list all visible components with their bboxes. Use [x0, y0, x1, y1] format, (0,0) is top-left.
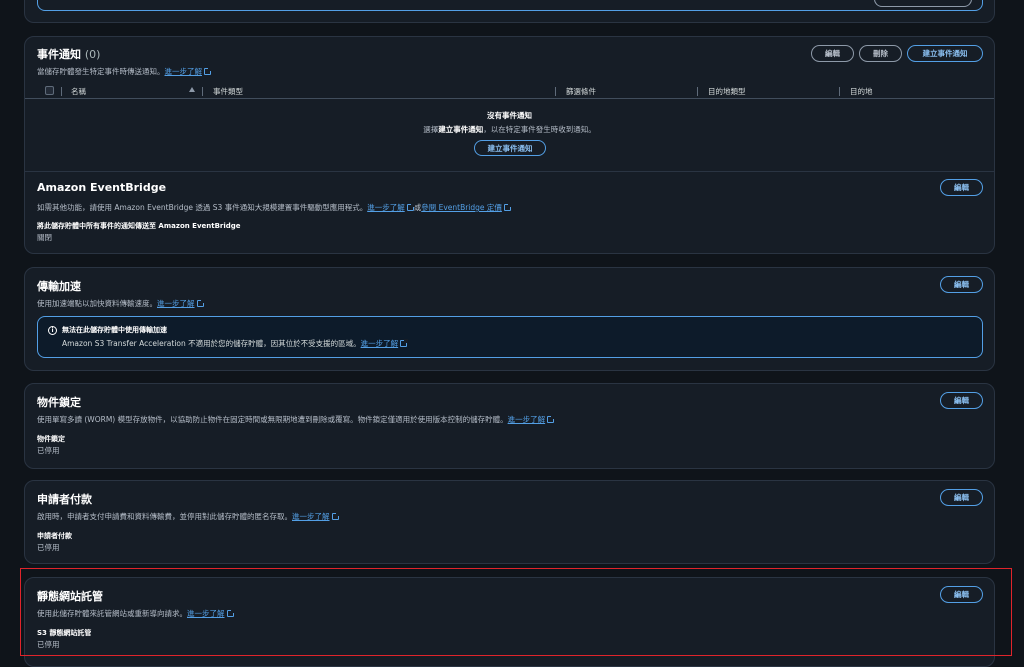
learn-more-link[interactable]: 進一步了解 — [361, 339, 399, 348]
object-lock-setting-value: 已停用 — [37, 446, 60, 455]
requester-pays-edit-button[interactable]: 編輯 — [940, 489, 983, 506]
external-link-icon — [204, 67, 212, 75]
empty-state-title: 沒有事件通知 — [487, 111, 532, 120]
object-lock-description: 使用單寫多讀 (WORM) 模型存放物件，以協助防止物件在固定時間或無限期地遭到… — [37, 414, 556, 425]
static-website-hosting-edit-button[interactable]: 編輯 — [940, 586, 983, 603]
requester-pays-card: 申請者付款 編輯 啟用時，申請者支付申請費和資料傳輸費，並停用對此儲存貯體的匿名… — [24, 480, 995, 564]
column-separator — [202, 87, 203, 96]
info-icon: i — [48, 326, 57, 335]
learn-more-link[interactable]: 進一步了解 — [165, 67, 203, 76]
eventbridge-setting-value: 關閉 — [37, 233, 52, 242]
transfer-acceleration-edit-button[interactable]: 編輯 — [940, 276, 983, 293]
external-link-icon — [196, 299, 205, 307]
transfer-acceleration-card: 傳輸加速 編輯 使用加速端點以加快資料傳輸速度。進一步了解 i 無法在此儲存貯體… — [24, 267, 995, 371]
eventbridge-pricing-link[interactable]: 參閱 EventBridge 定價 — [421, 203, 502, 212]
table-header: 名稱 事件類型 篩選條件 目的地類型 目的地 — [25, 84, 994, 99]
external-link-icon — [406, 203, 415, 211]
select-all-checkbox[interactable] — [45, 86, 54, 95]
alert-description: Amazon S3 Transfer Acceleration 不適用於您的儲存… — [62, 338, 409, 349]
object-lock-title: 物件鎖定 — [37, 396, 81, 409]
object-lock-edit-button[interactable]: 編輯 — [940, 392, 983, 409]
external-link-icon — [226, 609, 235, 617]
column-event-type[interactable]: 事件類型 — [213, 86, 243, 97]
learn-more-link[interactable]: 進一步了解 — [292, 512, 330, 521]
delete-button[interactable]: 刪除 — [859, 45, 902, 62]
eventbridge-title: Amazon EventBridge — [37, 181, 167, 194]
event-notifications-card: 事件通知 (0) 當儲存貯體發生特定事件時傳送通知。進一步了解 編輯 刪除 建立… — [24, 36, 995, 254]
column-destination-type[interactable]: 目的地類型 — [708, 86, 746, 97]
column-name[interactable]: 名稱 — [71, 86, 86, 97]
object-lock-setting-label: 物件鎖定 — [37, 435, 65, 443]
event-notifications-description: 當儲存貯體發生特定事件時傳送通知。進一步了解 — [37, 66, 212, 77]
create-event-notification-button[interactable]: 建立事件通知 — [907, 45, 983, 62]
eventbridge-description: 如需其他功能，請使用 Amazon EventBridge 透過 S3 事件通知… — [37, 202, 512, 213]
eventbridge-edit-button[interactable]: 編輯 — [940, 179, 983, 196]
external-link-icon — [547, 415, 556, 423]
previous-section-card — [24, 0, 995, 23]
static-website-hosting-title: 靜態網站託管 — [37, 590, 103, 603]
empty-create-event-notification-button[interactable]: 建立事件通知 — [474, 140, 546, 156]
external-link-icon — [400, 339, 409, 347]
static-website-hosting-card: 靜態網站託管 編輯 使用此儲存貯體來託管網站或重新導向請求。進一步了解 S3 靜… — [24, 577, 995, 667]
edit-button[interactable]: 編輯 — [811, 45, 854, 62]
requester-pays-setting-value: 已停用 — [37, 543, 60, 552]
column-separator — [61, 87, 62, 96]
unsupported-region-alert: i 無法在此儲存貯體中使用傳輸加速 Amazon S3 Transfer Acc… — [37, 316, 983, 358]
previous-info-box — [37, 0, 983, 11]
static-website-hosting-setting-value: 已停用 — [37, 640, 60, 649]
static-website-hosting-setting-label: S3 靜態網站託管 — [37, 629, 92, 637]
requester-pays-description: 啟用時，申請者支付申請費和資料傳輸費，並停用對此儲存貯體的匿名存取。進一步了解 — [37, 511, 340, 522]
requester-pays-setting-label: 申請者付款 — [37, 532, 72, 540]
transfer-acceleration-title: 傳輸加速 — [37, 280, 81, 293]
section-divider — [25, 171, 994, 172]
previous-button[interactable] — [874, 0, 972, 7]
empty-state-description: 選擇建立事件通知，以在特定事件發生時收到通知。 — [423, 125, 596, 134]
column-filter[interactable]: 篩選條件 — [566, 86, 596, 97]
eventbridge-setting-label: 將此儲存貯體中所有事件的通知傳送至 Amazon EventBridge — [37, 222, 241, 230]
transfer-acceleration-description: 使用加速端點以加快資料傳輸速度。進一步了解 — [37, 298, 205, 309]
sort-ascending-icon[interactable] — [189, 87, 195, 92]
column-separator — [697, 87, 698, 96]
learn-more-link[interactable]: 進一步了解 — [367, 203, 405, 212]
column-separator — [555, 87, 556, 96]
column-separator — [839, 87, 840, 96]
external-link-icon — [503, 203, 512, 211]
external-link-icon — [331, 512, 340, 520]
learn-more-link[interactable]: 進一步了解 — [508, 415, 546, 424]
requester-pays-title: 申請者付款 — [37, 493, 92, 506]
static-website-hosting-description: 使用此儲存貯體來託管網站或重新導向請求。進一步了解 — [37, 608, 235, 619]
object-lock-card: 物件鎖定 編輯 使用單寫多讀 (WORM) 模型存放物件，以協助防止物件在固定時… — [24, 383, 995, 469]
alert-title: 無法在此儲存貯體中使用傳輸加速 — [62, 326, 167, 334]
learn-more-link[interactable]: 進一步了解 — [157, 299, 195, 308]
column-destination[interactable]: 目的地 — [850, 86, 873, 97]
learn-more-link[interactable]: 進一步了解 — [187, 609, 225, 618]
event-notifications-title: 事件通知 (0) — [37, 48, 101, 61]
